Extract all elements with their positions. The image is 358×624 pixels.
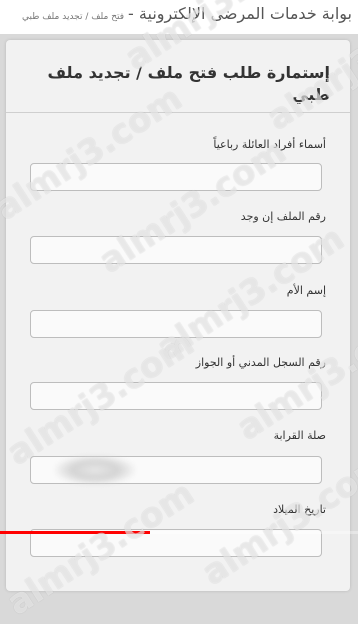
civil-id-label: رقم السجل المدني أو الجواز xyxy=(195,356,326,369)
form-card: إستمارة طلب فتح ملف / تجديد ملف طبي أسما… xyxy=(6,40,350,591)
form-header: إستمارة طلب فتح ملف / تجديد ملف طبي xyxy=(6,40,350,113)
relationship-label: صلة القرابة xyxy=(273,429,326,442)
blurred-region xyxy=(55,455,135,485)
family-names-label: أسماء أفراد العائلة رباعياً xyxy=(213,138,326,151)
file-number-label: رقم الملف إن وجد xyxy=(240,210,326,223)
mother-name-input[interactable] xyxy=(30,310,322,338)
video-progress-fill xyxy=(0,531,151,534)
breadcrumb: فتح ملف / تجديد ملف طبي xyxy=(22,12,125,22)
video-progress-bar[interactable] xyxy=(0,531,358,534)
page-title: بوابة خدمات المرضى الإلكترونية -فتح ملف … xyxy=(22,4,352,23)
civil-id-input[interactable] xyxy=(30,382,322,410)
form-title: إستمارة طلب فتح ملف / تجديد ملف طبي xyxy=(47,63,331,104)
birth-date-label: تاريخ الميلاد xyxy=(273,503,326,516)
file-number-input[interactable] xyxy=(30,236,322,264)
family-names-input[interactable] xyxy=(30,163,322,191)
top-header: بوابة خدمات المرضى الإلكترونية -فتح ملف … xyxy=(0,0,358,34)
portal-title: بوابة خدمات المرضى الإلكترونية - xyxy=(128,4,352,23)
mother-name-label: إسم الأم xyxy=(286,284,326,297)
